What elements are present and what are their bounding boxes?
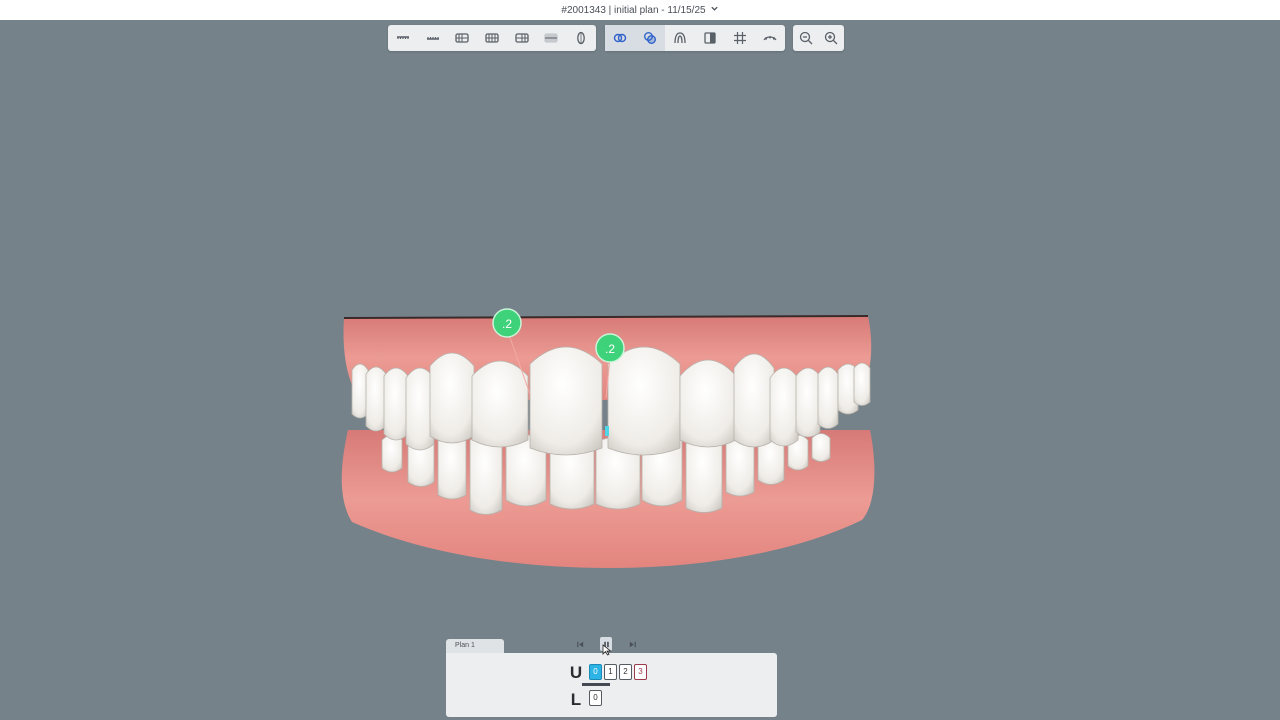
dental-model[interactable]: .2 .2 (330, 290, 890, 580)
plan-selector[interactable]: #2001343 | initial plan - 11/15/25 (561, 4, 718, 16)
chevron-down-icon (710, 4, 719, 16)
title-bar: #2001343 | initial plan - 11/15/25 (0, 0, 1280, 20)
movement-marker[interactable]: .2 (595, 333, 625, 363)
marker-label: .2 (502, 317, 512, 331)
plan-tab[interactable]: Plan 1 (446, 639, 504, 653)
upper-stage-3[interactable]: 3 (634, 664, 647, 680)
upper-stage-2[interactable]: 2 (619, 664, 632, 680)
movement-marker[interactable]: .2 (492, 308, 522, 338)
plan-title: #2001343 | initial plan - 11/15/25 (561, 4, 706, 16)
skip-back-icon[interactable] (574, 637, 586, 651)
lower-stage-0[interactable]: 0 (589, 690, 602, 706)
mouse-cursor-icon (602, 644, 612, 656)
upper-stage-0[interactable]: 0 (589, 664, 602, 680)
skip-forward-icon[interactable] (626, 637, 638, 651)
marker-label: .2 (605, 342, 615, 356)
model-viewport[interactable]: .2 .2 (0, 20, 1280, 630)
upper-stage-1[interactable]: 1 (604, 664, 617, 680)
upper-arch-label: U (569, 663, 583, 682)
stage-slider[interactable] (582, 683, 610, 686)
lower-arch-label: L (570, 690, 582, 709)
stage-panel: U 0 1 2 3 L 0 (446, 653, 777, 717)
